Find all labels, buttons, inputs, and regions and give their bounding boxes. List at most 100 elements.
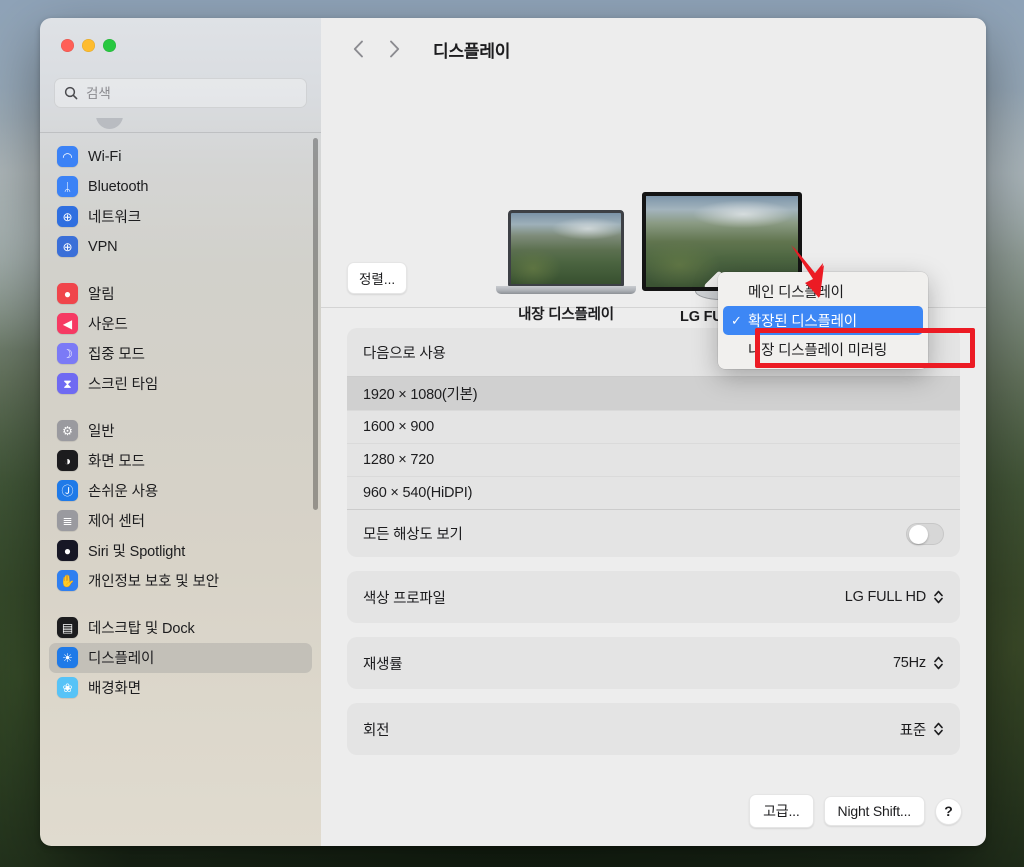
rotation-row[interactable]: 회전 표준 <box>347 703 960 755</box>
popup-menu-item[interactable]: 내장 디스플레이 미러링 <box>723 335 923 364</box>
sidebar-item-label: Siri 및 Spotlight <box>88 544 186 560</box>
color-profile-value: LG FULL HD <box>844 589 926 605</box>
help-button[interactable]: ? <box>935 797 962 825</box>
toggle-knob <box>908 524 928 544</box>
chevron-up-down-icon[interactable] <box>933 588 944 606</box>
laptop-screen-icon <box>508 210 624 286</box>
bottom-button-bar: 고급... Night Shift... ? <box>749 794 962 828</box>
sidebar-item-privacy-hand[interactable]: ✋ 개인정보 보호 및 보안 <box>49 566 312 596</box>
close-button[interactable] <box>61 39 74 52</box>
popup-menu-item-label: 확장된 디스플레이 <box>748 314 857 330</box>
color-profile-value-wrapper: LG FULL HD <box>845 588 944 606</box>
color-profile-label: 색상 프로파일 <box>363 590 446 607</box>
page-title: 디스플레이 <box>433 41 511 61</box>
sidebar-item-network-globe[interactable]: ⊕ 네트워크 <box>49 202 312 232</box>
rotation-label: 회전 <box>363 722 390 739</box>
search-input[interactable] <box>86 85 297 101</box>
sidebar-item-moon[interactable]: ☽ 집중 모드 <box>49 339 312 369</box>
sidebar-item-appearance[interactable]: ◑ 화면 모드 <box>49 446 312 476</box>
sidebar-item-accessibility[interactable]: Ⓙ 손쉬운 사용 <box>49 476 312 506</box>
chevron-up-down-icon[interactable] <box>933 720 944 738</box>
sidebar-item-gear[interactable]: ⚙ 일반 <box>49 416 312 446</box>
sidebar-item-label: 사운드 <box>88 317 128 333</box>
siri-icon: ● <box>57 540 78 561</box>
bell-icon: ● <box>57 283 78 304</box>
bluetooth-icon: ᛦ <box>57 176 78 197</box>
search-box[interactable] <box>54 78 307 108</box>
vpn-globe-icon: ⊕ <box>57 236 78 257</box>
refresh-rate-value: 75Hz <box>892 655 926 671</box>
moon-icon: ☽ <box>57 343 78 364</box>
resolution-option[interactable]: 1280 × 720 <box>347 443 960 476</box>
maximize-button[interactable] <box>103 39 116 52</box>
wallpaper-icon: ❀ <box>57 677 78 698</box>
content-toolbar: 디스플레이 <box>321 18 986 80</box>
chevron-up-down-icon[interactable] <box>933 654 944 672</box>
popup-menu-item-label: 내장 디스플레이 미러링 <box>748 343 888 359</box>
sidebar-item-bell[interactable]: ● 알림 <box>49 279 312 309</box>
sidebar-item-label: 배경화면 <box>88 681 141 697</box>
arrange-button[interactable]: 정렬... <box>347 262 408 294</box>
sidebar-item-wallpaper[interactable]: ❀ 배경화면 <box>49 673 312 703</box>
resolution-option[interactable]: 960 × 540(HiDPI) <box>347 476 960 509</box>
sidebar-item-label: 손쉬운 사용 <box>88 484 159 500</box>
popup-menu-item[interactable]: 메인 디스플레이 <box>723 277 923 306</box>
popup-menu-item-label: 메인 디스플레이 <box>748 285 844 301</box>
sidebar-item-display-brightness[interactable]: ☀ 디스플레이 <box>49 642 312 673</box>
network-globe-icon: ⊕ <box>57 206 78 227</box>
sidebar-item-label: 데스크탑 및 Dock <box>88 621 195 637</box>
window-traffic-lights <box>40 18 321 68</box>
appearance-icon: ◑ <box>57 450 78 471</box>
sidebar-item-control-center[interactable]: ≣ 제어 센터 <box>49 506 312 536</box>
refresh-rate-row[interactable]: 재생률 75Hz <box>347 637 960 689</box>
gear-icon: ⚙ <box>57 420 78 441</box>
partially-scrolled-account-row[interactable] <box>49 118 312 132</box>
display-options-group: 색상 프로파일 LG FULL HD 재생률 75Hz 회전 표준 <box>347 571 960 755</box>
system-settings-window: ◠ Wi-Fi ᛦ Bluetooth ⊕ 네트워크 ⊕ VPN ● 알림 ◀ 사운드 ☽ 집중 모드 ⧗ 스… <box>40 18 986 846</box>
rotation-group: 회전 표준 <box>347 703 960 755</box>
sidebar-item-hourglass[interactable]: ⧗ 스크린 타임 <box>49 369 312 399</box>
sidebar-item-siri[interactable]: ● Siri 및 Spotlight <box>49 536 312 566</box>
sidebar-item-label: Wi-Fi <box>88 148 122 165</box>
forward-button[interactable] <box>379 34 409 64</box>
color-profile-row[interactable]: 색상 프로파일 LG FULL HD <box>347 571 960 623</box>
sidebar-item-label: Bluetooth <box>88 178 149 195</box>
sidebar-divider <box>40 132 321 133</box>
sidebar-item-bluetooth[interactable]: ᛦ Bluetooth <box>49 172 312 202</box>
search-icon <box>64 86 78 100</box>
sidebar-item-label: 제어 센터 <box>88 514 145 530</box>
sidebar-item-desktop-dock[interactable]: ▤ 데스크탑 및 Dock <box>49 613 312 643</box>
chevron-right-icon <box>389 40 399 58</box>
resolution-option[interactable]: 1920 × 1080(기본) <box>347 377 960 410</box>
refresh-rate-label: 재생률 <box>363 656 403 673</box>
sidebar-scroll-area: ◠ Wi-Fi ᛦ Bluetooth ⊕ 네트워크 ⊕ VPN ● 알림 ◀ 사운드 ☽ 집중 모드 ⧗ 스… <box>40 118 321 846</box>
sidebar-item-label: VPN <box>88 238 118 255</box>
refresh-rate-value-wrapper: 75Hz <box>893 654 944 672</box>
sidebar-item-vpn-globe[interactable]: ⊕ VPN <box>49 232 312 262</box>
sidebar-search-wrapper <box>40 68 321 118</box>
advanced-button[interactable]: 고급... <box>749 794 814 828</box>
chevron-left-icon <box>353 40 363 58</box>
night-shift-button[interactable]: Night Shift... <box>823 796 925 826</box>
show-all-resolutions-toggle[interactable] <box>906 522 944 545</box>
display-thumbnail-builtin[interactable]: 내장 디스플레이 <box>496 210 636 324</box>
content-pane: 디스플레이 정렬... 내장 디스플레이 LG FULL HD <box>321 18 986 846</box>
resolution-option[interactable]: 1600 × 900 <box>347 410 960 443</box>
sidebar-item-label: 네트워크 <box>88 210 141 226</box>
wifi-icon: ◠ <box>57 146 78 167</box>
rotation-value: 표준 <box>899 722 926 739</box>
checkmark-icon: ✓ <box>731 312 742 328</box>
refresh-rate-group: 재생률 75Hz <box>347 637 960 689</box>
back-button[interactable] <box>343 34 373 64</box>
popup-menu-item[interactable]: ✓ 확장된 디스플레이 <box>723 306 923 335</box>
sidebar-item-list: ◠ Wi-Fi ᛦ Bluetooth ⊕ 네트워크 ⊕ VPN ● 알림 ◀ 사운드 ☽ 집중 모드 ⧗ 스… <box>49 142 312 703</box>
rotation-value-wrapper: 표준 <box>900 719 944 740</box>
show-all-resolutions-row[interactable]: 모든 해상도 보기 <box>347 509 960 557</box>
minimize-button[interactable] <box>82 39 95 52</box>
sidebar-item-wifi[interactable]: ◠ Wi-Fi <box>49 142 312 172</box>
sidebar-item-speaker[interactable]: ◀ 사운드 <box>49 309 312 339</box>
sidebar-item-label: 스크린 타임 <box>88 377 159 393</box>
sidebar-scrollbar[interactable] <box>313 138 318 510</box>
sidebar-item-label: 화면 모드 <box>88 454 145 470</box>
